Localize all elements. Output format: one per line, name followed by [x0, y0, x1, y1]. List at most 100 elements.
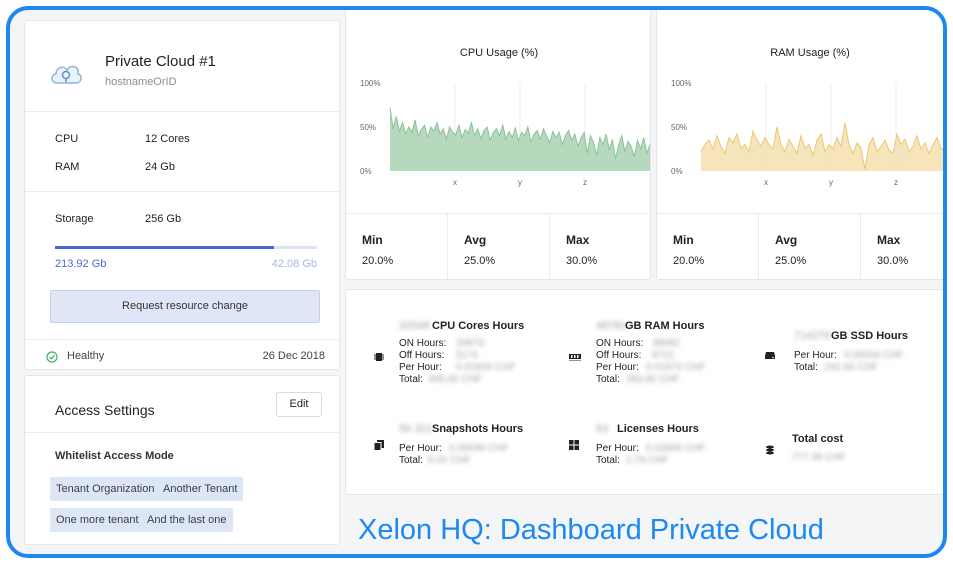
y-tick-label: 0%: [360, 167, 372, 176]
ram-usage-card: RAM Usage (%) 100% 50% 0% x y z Min 20.0% Avg 2…: [656, 10, 943, 280]
usage-row-value: 0.01600 CHF: [456, 362, 516, 373]
edit-button[interactable]: Edit: [276, 392, 322, 417]
stat-min: Min 20.0%: [657, 213, 759, 279]
tenant-tag[interactable]: One more tenant: [50, 508, 145, 532]
usage-row-value: 0.01670 CHF: [646, 362, 706, 373]
usage-row-label: Per Hour:: [596, 362, 639, 373]
total-cost-title: Total cost: [792, 433, 844, 445]
disk-icon: [764, 348, 776, 360]
access-settings-card: Access Settings Edit Whitelist Access Mo…: [24, 375, 340, 545]
stat-label: Max: [566, 233, 590, 247]
whitelist-mode-label: Whitelist Access Mode: [55, 450, 174, 462]
status-text: Healthy: [67, 350, 105, 362]
x-tick-label: x: [453, 178, 457, 187]
ram-chart-title: RAM Usage (%): [770, 47, 850, 59]
y-tick-label: 50%: [671, 123, 687, 132]
x-tick-label: y: [829, 178, 833, 187]
stat-value: 20.0%: [362, 255, 394, 267]
cloud-card: Private Cloud #1 hostnameOrID CPU 12 Cor…: [24, 20, 340, 370]
usage-row-label: Total:: [596, 455, 620, 466]
edit-label: Edit: [289, 398, 309, 410]
usage-title: Licenses Hours: [617, 423, 699, 435]
stat-max: Max 30.0%: [550, 213, 652, 279]
divider: [25, 111, 339, 112]
stat-value: 25.0%: [464, 255, 496, 267]
tenant-tag[interactable]: Tenant Organization: [50, 477, 161, 501]
usage-value: 63: [596, 423, 609, 435]
usage-row-label: Total:: [794, 362, 818, 373]
usage-row-value: 0.00034 CHF: [844, 350, 904, 361]
total-cost-value: 777.36 CHF: [792, 452, 846, 463]
usage-row-value: 283.82 CHF: [626, 374, 680, 385]
divider: [25, 432, 339, 433]
access-settings-title: Access Settings: [55, 402, 155, 418]
spec-label-cpu: CPU: [55, 133, 79, 145]
usage-row-value: 0.02 CHF: [428, 455, 471, 466]
usage-title: GB SSD Hours: [831, 330, 909, 342]
cloud-name: Private Cloud #1: [105, 53, 216, 70]
usage-value: 32548: [399, 320, 430, 332]
usage-title: Snapshots Hours: [432, 423, 524, 435]
ram-stats: Min 20.0% Avg 25.0% Max 30.0%: [657, 213, 943, 279]
usage-row-value: 242.84 CHF: [824, 362, 878, 373]
status-date: 26 Dec 2018: [262, 350, 325, 362]
stat-label: Max: [877, 233, 901, 247]
cpu-usage-card: CPU Usage (%) 100% 50% 0% x y z Min 20.0% Avg 2…: [345, 10, 652, 280]
cpu-stats: Min 20.0% Avg 25.0% Max 30.0%: [346, 213, 652, 279]
x-tick-label: y: [518, 178, 522, 187]
spec-value-cpu: 12 Cores: [145, 133, 190, 145]
spec-label-storage: Storage: [55, 213, 94, 225]
usage-row-value: 9721: [652, 350, 675, 361]
storage-bar: [55, 246, 317, 249]
spec-label-ram: RAM: [55, 161, 80, 173]
tenant-tag[interactable]: And the last one: [141, 508, 233, 532]
usage-row-value: 0.00030 CHF: [449, 443, 509, 454]
x-tick-label: z: [894, 178, 898, 187]
usage-row-value: 0.03000 CHF: [646, 443, 706, 454]
usage-row-value: 38082: [652, 338, 680, 349]
cloud-icon: [48, 59, 84, 87]
usage-value: 714276: [794, 330, 831, 342]
chip-icon: [373, 350, 385, 362]
windows-icon: [568, 438, 580, 450]
stat-avg: Avg 25.0%: [448, 213, 550, 279]
usage-row-label: Per Hour:: [399, 362, 442, 373]
stat-max: Max 30.0%: [861, 213, 943, 279]
dashboard-frame: Private Cloud #1 hostnameOrID CPU 12 Cor…: [6, 6, 947, 558]
y-tick-label: 50%: [360, 123, 376, 132]
caption: Xelon HQ: Dashboard Private Cloud: [358, 514, 824, 546]
request-resource-button[interactable]: Request resource change: [50, 290, 320, 323]
stat-value: 30.0%: [877, 255, 909, 267]
usage-value: 56 321: [399, 423, 433, 435]
usage-row-label: Per Hour:: [596, 443, 639, 454]
usage-value: 48781: [596, 320, 627, 332]
y-tick-label: 0%: [671, 167, 683, 176]
cpu-usage-chart: 100% 50% 0% x y z: [360, 79, 651, 187]
ram-icon: [568, 350, 581, 362]
usage-row-value: 2.79 CHF: [626, 455, 669, 466]
stat-avg: Avg 25.0%: [759, 213, 861, 279]
stat-label: Avg: [775, 233, 798, 247]
stat-label: Avg: [464, 233, 487, 247]
stat-value: 30.0%: [566, 255, 598, 267]
usage-cost-card: 32548 CPU Cores Hours ON Hours: 20873 Of…: [345, 289, 943, 495]
check-circle-icon: [46, 350, 58, 363]
divider: [25, 339, 339, 340]
usage-row-value: 5172: [456, 350, 479, 361]
storage-free: 42.08 Gb: [271, 258, 317, 270]
stat-label: Min: [362, 233, 383, 247]
y-tick-label: 100%: [671, 79, 691, 88]
request-resource-label: Request resource change: [122, 300, 248, 312]
tenant-tag[interactable]: Another Tenant: [157, 477, 244, 501]
x-tick-label: z: [583, 178, 587, 187]
usage-row-label: Per Hour:: [794, 350, 837, 361]
storage-bar-fill: [55, 246, 275, 249]
spec-value-ram: 24 Gb: [145, 161, 175, 173]
usage-row-label: Total:: [399, 455, 423, 466]
usage-row-label: ON Hours:: [596, 338, 644, 349]
usage-title: CPU Cores Hours: [432, 320, 525, 332]
usage-row-label: Total:: [399, 374, 423, 385]
x-tick-label: x: [764, 178, 768, 187]
y-tick-label: 100%: [360, 79, 380, 88]
usage-title: GB RAM Hours: [625, 320, 705, 332]
